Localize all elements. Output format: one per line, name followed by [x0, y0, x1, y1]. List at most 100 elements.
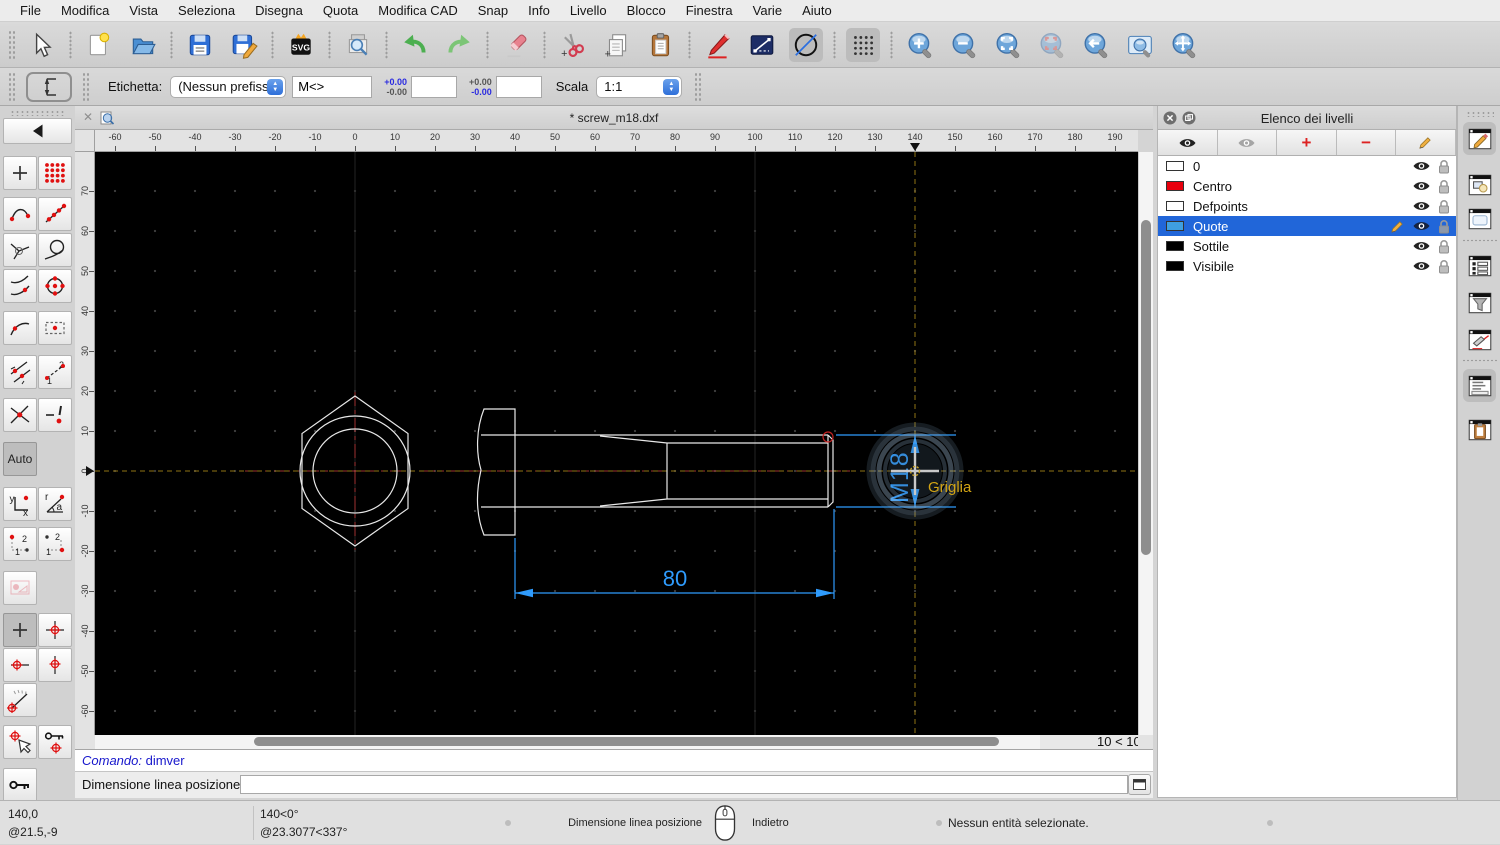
layer-lock-icon[interactable] [1438, 259, 1450, 274]
layer-lock-icon[interactable] [1438, 219, 1450, 234]
dimension-label-field[interactable] [292, 75, 373, 98]
menu-modifica[interactable]: Modifica [51, 3, 119, 18]
undo-button[interactable] [398, 28, 432, 62]
zoom-previous-button[interactable] [1079, 28, 1113, 62]
snap-endpoints-button[interactable] [3, 197, 37, 231]
edit-layer-button[interactable] [1396, 130, 1456, 155]
menu-snap[interactable]: Snap [468, 3, 518, 18]
snap-intersection-manual-button[interactable] [38, 398, 72, 432]
remove-layer-button[interactable]: − [1337, 130, 1397, 155]
tolerance-lower-field[interactable] [495, 75, 542, 98]
layer-row-visibile[interactable]: Visibile [1158, 256, 1456, 276]
snap-restriction-button[interactable] [3, 355, 37, 389]
menu-varie[interactable]: Varie [743, 3, 792, 18]
toolbar-handle[interactable] [8, 71, 16, 102]
grid-toggle-button[interactable] [846, 27, 880, 62]
save-button[interactable] [183, 28, 217, 62]
hide-all-layers-button[interactable] [1218, 130, 1278, 155]
open-file-button[interactable] [126, 28, 160, 62]
menu-aiuto[interactable]: Aiuto [792, 3, 842, 18]
palette-handle[interactable] [10, 110, 64, 116]
snap-on-entity-button[interactable] [38, 197, 72, 231]
new-document-button[interactable] [82, 28, 116, 62]
layer-color-swatch[interactable] [1166, 201, 1184, 211]
lock-relative-zero-button[interactable] [38, 725, 72, 759]
library-browser-window-toggle[interactable] [1463, 202, 1496, 235]
corner-first-second-button[interactable]: 12 [3, 527, 37, 561]
snap-middle-button[interactable] [38, 311, 72, 345]
layer-color-swatch[interactable] [1166, 161, 1184, 171]
copy-button[interactable]: + [600, 28, 634, 62]
layer-edit-pencil-icon[interactable] [1390, 219, 1405, 234]
block-list-window-toggle[interactable] [1463, 168, 1496, 201]
snap-auto-button[interactable]: Auto [3, 442, 37, 476]
layer-visibility-eye-icon[interactable] [1412, 160, 1431, 172]
menu-info[interactable]: Info [518, 3, 560, 18]
snap-intersection-button[interactable] [3, 398, 37, 432]
layer-row-defpoints[interactable]: Defpoints [1158, 196, 1456, 216]
zoom-window-button[interactable] [1123, 28, 1157, 62]
svg-export-button[interactable]: SVG [284, 28, 318, 62]
relative-zero-lock-button[interactable] [3, 768, 37, 802]
snap-perpendicular-button[interactable] [3, 233, 37, 267]
layer-list-window-toggle[interactable] [1463, 122, 1496, 155]
dimension-80[interactable]: 80 [514, 509, 835, 599]
menu-blocco[interactable]: Blocco [617, 3, 676, 18]
save-as-button[interactable] [227, 28, 261, 62]
snap-grid-button[interactable] [38, 156, 72, 190]
menu-finestra[interactable]: Finestra [676, 3, 743, 18]
menu-quota[interactable]: Quota [313, 3, 368, 18]
scala-dropdown[interactable]: 1:1 ▲ ▼ [596, 75, 683, 98]
menu-modifica-cad[interactable]: Modifica CAD [368, 3, 467, 18]
draw-line-button[interactable] [745, 28, 779, 62]
menu-vista[interactable]: Vista [119, 3, 168, 18]
coordinate-polar-button[interactable]: ra [38, 487, 72, 521]
drawing-canvas[interactable]: 80 M18 Griglia [95, 152, 1138, 735]
angle-protractor-button[interactable] [3, 683, 37, 717]
delete-entities-button[interactable] [499, 28, 533, 62]
layer-color-swatch[interactable] [1166, 221, 1184, 231]
snap-tangential-button[interactable] [38, 233, 72, 267]
horizontal-scrollbar[interactable] [95, 735, 1080, 749]
dimension-vertical-tool-icon[interactable] [26, 71, 72, 102]
snap-reference-button[interactable] [3, 571, 37, 605]
layer-color-swatch[interactable] [1166, 261, 1184, 271]
print-preview-button[interactable] [341, 28, 375, 62]
toolbar-handle[interactable] [694, 71, 703, 102]
snap-distance-manual-button[interactable]: 12 [38, 355, 72, 389]
layer-visibility-eye-icon[interactable] [1412, 240, 1431, 252]
snap-free-button[interactable] [3, 156, 37, 190]
layer-row-sottile[interactable]: Sottile [1158, 236, 1456, 256]
layer-row-centro[interactable]: Centro [1158, 176, 1456, 196]
vertical-scrollbar[interactable] [1138, 152, 1153, 735]
cut-button[interactable]: + [556, 28, 590, 62]
zoom-out-button[interactable] [947, 28, 981, 62]
restrict-vertical-button[interactable] [38, 648, 72, 682]
zoom-selection-button[interactable] [1035, 28, 1069, 62]
tolerance-upper-field[interactable] [410, 75, 457, 98]
snap-distance-button[interactable] [3, 311, 37, 345]
redo-button[interactable] [442, 28, 476, 62]
set-relative-zero-button[interactable] [3, 725, 37, 759]
corner-second-first-button[interactable]: 12 [38, 527, 72, 561]
layer-row-0[interactable]: 0 [1158, 156, 1456, 176]
restrict-horizontal-button[interactable] [3, 648, 37, 682]
command-window-toggle-button[interactable] [1128, 774, 1151, 795]
back-button[interactable] [3, 118, 72, 144]
snap-tangent-button[interactable] [3, 269, 37, 303]
command-history-line[interactable]: Comando: dimver [75, 749, 1153, 772]
snap-center-button[interactable] [38, 269, 72, 303]
menu-file[interactable]: File [10, 3, 51, 18]
layer-visibility-eye-icon[interactable] [1412, 220, 1431, 232]
entity-list-window-toggle[interactable] [1463, 249, 1496, 282]
zoom-in-button[interactable] [903, 28, 937, 62]
zoom-auto-button[interactable] [991, 28, 1025, 62]
layer-color-swatch[interactable] [1166, 181, 1184, 191]
pen-window-toggle[interactable] [1463, 323, 1496, 356]
layer-lock-icon[interactable] [1438, 179, 1450, 194]
draw-circle-button[interactable] [789, 27, 823, 62]
command-line-window-toggle[interactable] [1463, 369, 1496, 402]
command-input[interactable] [240, 775, 1128, 794]
restrict-orthogonal-button[interactable] [38, 613, 72, 647]
menu-disegna[interactable]: Disegna [245, 3, 313, 18]
